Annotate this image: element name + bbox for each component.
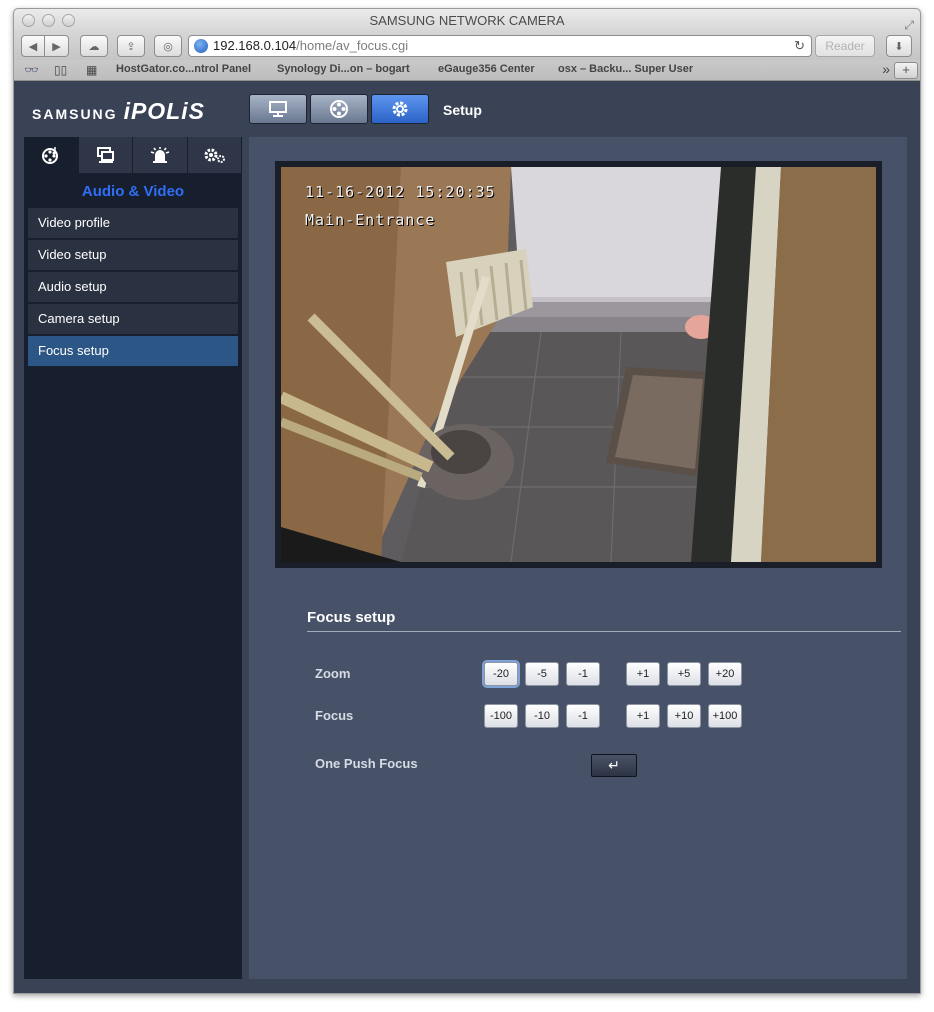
bookmarks-book-icon[interactable]: ▯▯ [54,63,67,77]
bookmark-osx-superuser[interactable]: osx – Backu... Super User [558,63,693,75]
focus-plus-10-button[interactable]: +10 [667,704,701,728]
url-host: 192.168.0.104 [213,38,297,53]
icloud-tabs-button[interactable]: ☁ [80,35,108,57]
globe-icon [194,39,208,53]
share-icon: ⇪ [126,40,136,53]
minimize-window-button[interactable] [42,14,55,27]
back-forward-group: ◀ ▶ [21,35,69,57]
samsung-ipolis-logo: SAMSUNG iPOLiS [32,98,205,125]
bookmark-synology[interactable]: Synology Di...on – bogart [277,63,410,75]
zoom-label: Zoom [315,666,351,681]
tab-audio-video[interactable] [24,137,79,173]
bookmark-egauge[interactable]: eGauge356 Center [438,63,535,75]
network-icon [97,147,115,163]
window-title: SAMSUNG NETWORK CAMERA [369,13,565,28]
url-path: /home/av_focus.cgi [296,38,409,53]
zoom-minus-5-button[interactable]: -5 [525,662,559,686]
tab-network[interactable] [78,137,133,173]
focus-minus-10-button[interactable]: -10 [525,704,559,728]
bookmarks-bar: 👓 ▯▯ ▦ HostGator.co...ntrol Panel Synolo… [14,60,920,81]
share-button[interactable]: ⇪ [117,35,145,57]
add-tab-button[interactable]: + [894,62,918,79]
focus-minus-100-button[interactable]: -100 [484,704,518,728]
alarm-icon [150,147,169,163]
video-camera-name: Main-Entrance [305,211,436,229]
sidebar-section-title: Audio & Video [81,183,185,200]
page-title: Setup [443,102,482,118]
back-button[interactable]: ◀ [21,35,45,57]
audio-video-icon [41,147,58,164]
top-sites-grid-icon[interactable]: ▦ [86,63,97,77]
one-push-focus-label: One Push Focus [315,756,418,771]
app-header: SAMSUNG iPOLiS Setup [14,82,920,137]
zoom-plus-20-button[interactable]: +20 [708,662,742,686]
sidebar-item-video-profile[interactable]: Video profile [28,208,238,238]
gear-icon [392,101,408,117]
spiral-icon: ◎ [163,40,173,53]
forward-button[interactable]: ▶ [45,35,69,57]
sidebar-item-video-setup[interactable]: Video setup [28,240,238,270]
browser-toolbar: ◀ ▶ ☁ ⇪ ◎ 192.168.0.104/home/av_focus.cg… [14,33,920,60]
close-window-button[interactable] [22,14,35,27]
focus-plus-1-button[interactable]: +1 [626,704,660,728]
more-bookmarks-icon[interactable]: » [882,61,890,77]
zoom-minus-1-button[interactable]: -1 [566,662,600,686]
one-push-focus-button[interactable]: ↵ [591,754,637,777]
playback-button[interactable] [310,94,368,124]
tab-system[interactable] [187,137,242,173]
section-divider [307,631,901,632]
sidebar-item-camera-setup[interactable]: Camera setup [28,304,238,334]
sidebar-item-focus-setup[interactable]: Focus setup [28,336,238,366]
window-controls [22,14,75,27]
browser-window: SAMSUNG NETWORK CAMERA ⤢ ◀ ▶ ☁ ⇪ ◎ 192.1… [13,8,921,994]
sidebar-tabs [24,137,242,173]
zoom-window-button[interactable] [62,14,75,27]
zoom-plus-5-button[interactable]: +5 [667,662,701,686]
zoom-minus-20-button[interactable]: -20 [484,662,518,686]
live-video-feed: 11-16-2012 15:20:35 Main-Entrance [281,167,876,562]
address-bar[interactable]: 192.168.0.104/home/av_focus.cgi ↻ [188,35,812,57]
tab-event[interactable] [133,137,188,173]
sidebar-item-audio-setup[interactable]: Audio setup [28,272,238,302]
bookmark-hostgator[interactable]: HostGator.co...ntrol Panel [116,63,251,75]
logo-brand: SAMSUNG [32,106,118,122]
cloud-icon: ☁ [88,40,100,53]
enter-icon: ↵ [608,757,620,773]
title-bar: SAMSUNG NETWORK CAMERA ⤢ [14,9,920,33]
downloads-button[interactable]: ⬇ [886,35,912,57]
focus-plus-100-button[interactable]: +100 [708,704,742,728]
back-arrow-icon: ◀ [28,40,38,53]
live-view-button[interactable] [249,94,307,124]
logo-product: iPOLiS [123,98,205,124]
sidebar: Audio & Video Video profile Video setup … [24,137,242,979]
forward-arrow-icon: ▶ [52,40,61,53]
video-frame: 11-16-2012 15:20:35 Main-Entrance [275,161,882,568]
system-icon [204,148,226,163]
download-icon: ⬇ [894,40,904,53]
reading-list-icon[interactable]: 👓 [24,63,39,77]
zoom-plus-1-button[interactable]: +1 [626,662,660,686]
setup-button[interactable] [371,94,429,124]
focus-setup-title: Focus setup [307,609,396,626]
main-content: 11-16-2012 15:20:35 Main-Entrance Focus … [249,137,907,979]
video-timestamp: 11-16-2012 15:20:35 [305,183,496,201]
history-button[interactable]: ◎ [154,35,182,57]
focus-minus-1-button[interactable]: -1 [566,704,600,728]
focus-label: Focus [315,708,354,723]
film-reel-icon [330,100,348,118]
reload-icon[interactable]: ↻ [794,36,805,56]
reader-button[interactable]: Reader [815,35,875,57]
monitor-icon [269,101,287,117]
